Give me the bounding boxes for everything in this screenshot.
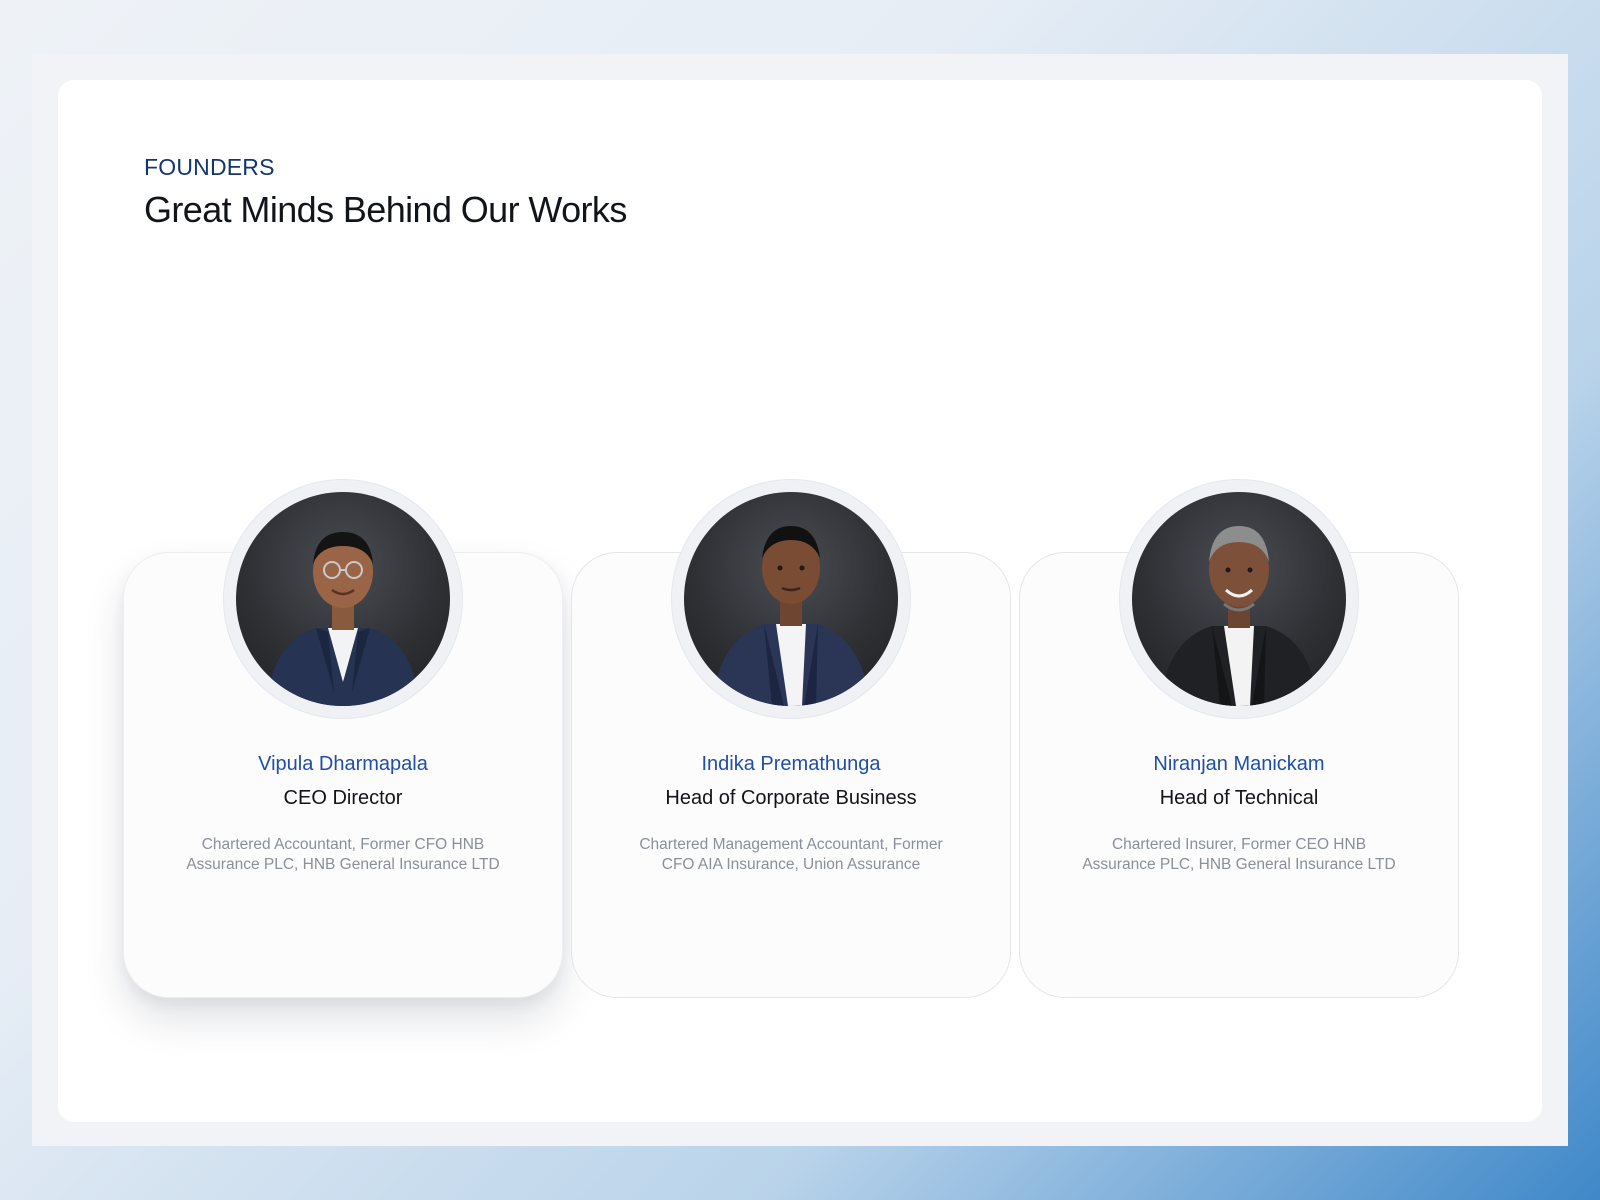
founder-photo — [236, 492, 450, 706]
founder-name: Niranjan Manickam — [1153, 753, 1325, 775]
founder-card[interactable]: Vipula Dharmapala CEO Director Chartered… — [123, 479, 563, 998]
founder-photo — [1132, 492, 1346, 706]
founder-name: Vipula Dharmapala — [258, 753, 428, 775]
avatar-ring — [1119, 479, 1359, 719]
section-heading: Great Minds Behind Our Works — [144, 189, 627, 230]
founder-bio: Chartered Management Accountant, Former … — [639, 836, 943, 873]
founder-card[interactable]: Niranjan Manickam Head of Technical Char… — [1019, 479, 1459, 998]
founder-bio: Chartered Insurer, Former CEO HNB Assura… — [1082, 836, 1396, 873]
founder-name: Indika Premathunga — [701, 753, 881, 775]
founder-bio: Chartered Accountant, Former CFO HNB Ass… — [186, 836, 500, 873]
founder-role: Head of Technical — [1159, 787, 1319, 809]
founders-panel: FOUNDERS Great Minds Behind Our Works Vi… — [58, 80, 1542, 1122]
founder-role: CEO Director — [283, 787, 403, 809]
avatar-ring — [223, 479, 463, 719]
founders-list: Vipula Dharmapala CEO Director Chartered… — [123, 479, 1481, 998]
founder-photo — [684, 492, 898, 706]
section-header: FOUNDERS Great Minds Behind Our Works — [144, 154, 627, 231]
founder-role: Head of Corporate Business — [665, 787, 917, 809]
section-eyebrow: FOUNDERS — [144, 154, 275, 180]
founder-card[interactable]: Indika Premathunga Head of Corporate Bus… — [571, 479, 1011, 998]
avatar-ring — [671, 479, 911, 719]
